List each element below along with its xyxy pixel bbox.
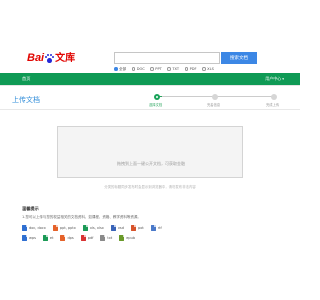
user-center-label: 用户中心: [265, 76, 282, 81]
user-center-menu[interactable]: 用户中心 ▾: [265, 73, 284, 85]
file-type-label: doc, docx: [29, 226, 46, 230]
file-type-label: ppt, pptx: [59, 226, 76, 230]
tips-text: 1.您可以上传与您的权益相关的文档资料，如课程、资格、教学资料等资源。: [22, 215, 141, 219]
txt-file-icon: [100, 235, 106, 241]
file-type-item: txt: [100, 235, 112, 241]
step-dot: [212, 93, 218, 100]
file-type-item: dps: [60, 235, 74, 241]
file-type-label: vsd: [117, 226, 124, 230]
file-type-item: rtf: [150, 225, 162, 231]
wps-file-icon: [22, 235, 27, 241]
dropzone-text: 拖拽到上面一键公开文档，可获取金融: [117, 161, 185, 166]
file-type-item: pdf: [80, 235, 94, 241]
baidu-wenku-logo[interactable]: Bai 文库: [27, 51, 75, 65]
search-button[interactable]: 搜索文档: [221, 52, 257, 64]
chevron-down-icon: ▾: [282, 77, 284, 81]
file-type-label: xls, xlsx: [89, 226, 104, 230]
filter-ppt[interactable]: PPT: [150, 67, 162, 71]
radio-icon[interactable]: [167, 67, 171, 71]
filter-label: XLS: [207, 67, 214, 71]
doc-type-filters: 全部 DOC PPT TXT PDF XLS: [114, 66, 219, 72]
step-label-select: 选择文档: [149, 103, 163, 107]
filter-label: PDF: [189, 67, 197, 71]
radio-icon[interactable]: [131, 67, 136, 71]
filter-xls[interactable]: XLS: [202, 67, 214, 71]
file-type-label: txt: [107, 236, 113, 240]
radio-icon[interactable]: [184, 67, 189, 71]
step-dot: [271, 93, 277, 100]
step-dot-active: [154, 93, 160, 100]
filter-all[interactable]: 全部: [114, 67, 126, 72]
file-type-item: xls, xlsx: [82, 225, 104, 231]
tips-section: 温馨提示 1.您可以上传与您的权益相关的文档资料，如课程、资格、教学资料等资源。: [22, 206, 272, 220]
rtf-file-icon: [150, 225, 156, 231]
site-header: Bai 文库 搜索文档 全部 DOC PPT TXT PDF XLS: [0, 0, 300, 73]
file-type-item: wps: [22, 235, 36, 241]
file-type-item: vsd: [110, 225, 124, 231]
file-type-row: doc, docx ppt, pptx xls, xlsx vsd pot rt…: [22, 224, 202, 232]
logo-suffix: 文库: [55, 52, 76, 64]
epub-file-icon: [119, 235, 125, 241]
file-type-label: pdf: [87, 236, 94, 240]
file-type-label: pot: [137, 226, 144, 230]
dps-file-icon: [60, 235, 66, 241]
filter-label: DOC: [136, 67, 145, 71]
divider: [0, 85, 300, 86]
filter-txt[interactable]: TXT: [167, 67, 179, 71]
upload-dropzone[interactable]: 拖拽到上面一键公开文档，可获取金融: [57, 126, 243, 178]
visio-file-icon: [110, 225, 116, 231]
upload-steps: 选择文档 完善信息 完成上传: [149, 93, 280, 107]
divider: [0, 109, 300, 110]
search-input[interactable]: [114, 52, 220, 64]
step-label-info: 完善信息: [207, 103, 221, 107]
paw-icon: [44, 53, 54, 63]
file-type-label: wps: [29, 236, 36, 240]
file-type-label: rtf: [157, 226, 162, 230]
filter-pdf[interactable]: PDF: [184, 67, 197, 71]
supported-file-types: doc, docx ppt, pptx xls, xlsx vsd pot rt…: [22, 224, 202, 244]
tips-title: 温馨提示: [22, 206, 39, 211]
radio-selected-icon[interactable]: [114, 67, 118, 71]
file-type-item: doc, docx: [22, 225, 46, 231]
file-type-item: et: [42, 235, 54, 241]
page-bottom: [0, 292, 300, 300]
filter-label: PPT: [155, 67, 162, 71]
file-type-label: epub: [126, 236, 136, 240]
file-type-item: epub: [119, 235, 135, 241]
file-type-row: wps et dps pdf txt epub: [22, 234, 202, 242]
nav-home-link[interactable]: 首页: [22, 73, 30, 85]
et-file-icon: [42, 235, 48, 241]
filter-label: 全部: [119, 66, 127, 71]
ppt-file-icon: [52, 225, 58, 231]
pot-file-icon: [130, 225, 136, 231]
main-nav: 首页 用户中心 ▾: [0, 73, 300, 85]
file-type-item: pot: [130, 225, 144, 231]
file-type-label: et: [49, 236, 54, 240]
radio-icon[interactable]: [202, 67, 206, 71]
filter-doc[interactable]: DOC: [131, 67, 145, 71]
radio-icon[interactable]: [150, 67, 154, 71]
file-type-item: ppt, pptx: [52, 225, 76, 231]
excel-file-icon: [82, 225, 88, 231]
logo-text: Bai: [27, 51, 45, 64]
filter-label: TXT: [172, 67, 180, 71]
upload-note: 分类的标题同步发布时会显示到浏览器中，请勿发布非法内容: [104, 185, 196, 189]
step-label-done: 完成上传: [266, 103, 280, 107]
word-file-icon: [22, 225, 27, 231]
pdf-file-icon: [80, 235, 86, 241]
file-type-label: dps: [67, 236, 74, 240]
page-title: 上传文档: [12, 96, 40, 104]
